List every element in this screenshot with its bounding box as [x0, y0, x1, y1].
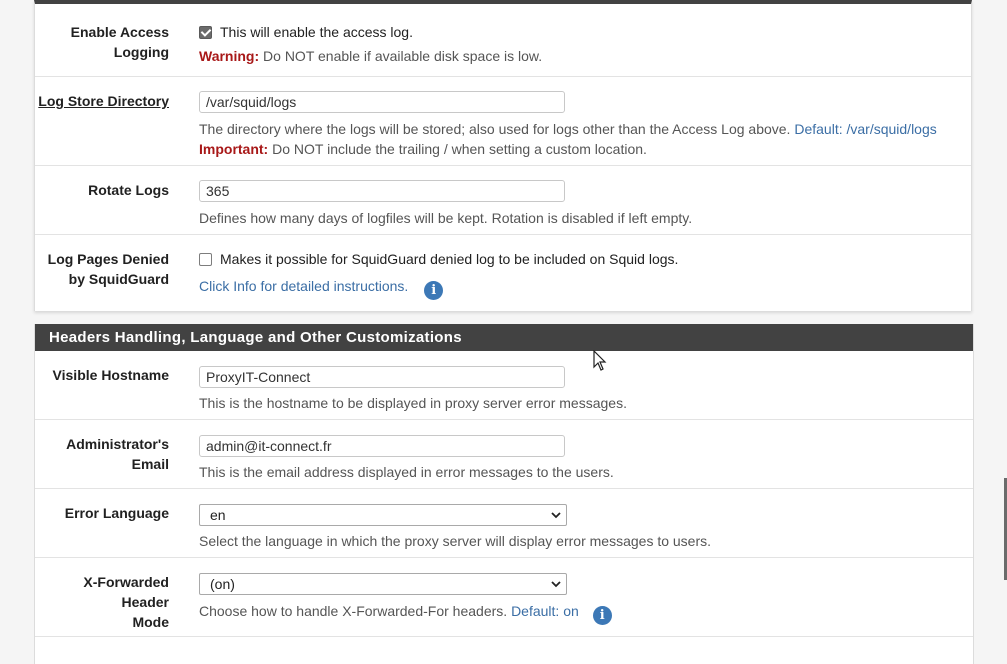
x-forwarded-select[interactable]: (on) — [199, 573, 567, 595]
error-language-label: Error Language — [64, 505, 169, 521]
admin-email-input[interactable]: admin@it-connect.fr — [199, 435, 565, 457]
row-error-language: Error Language en Select the language in… — [35, 489, 973, 558]
section-heading: Headers Handling, Language and Other Cus… — [35, 324, 973, 351]
rotate-logs-help: Defines how many days of logfiles will b… — [199, 210, 693, 226]
admin-email-label: Administrator's Email — [66, 436, 169, 472]
log-store-directory-help: The directory where the logs will be sto… — [199, 121, 937, 137]
rotate-logs-label: Rotate Logs — [88, 182, 169, 198]
info-icon[interactable]: i — [592, 606, 612, 625]
rotate-logs-input[interactable]: 365 — [199, 180, 565, 202]
info-instructions-link[interactable]: Click Info for detailed instructions. — [199, 278, 408, 294]
chevron-down-icon — [551, 581, 561, 588]
error-language-select[interactable]: en — [199, 504, 567, 526]
row-enable-access-logging: Enable Access Logging This will enable t… — [35, 4, 971, 77]
visible-hostname-label: Visible Hostname — [52, 367, 169, 383]
row-rotate-logs: Rotate Logs 365 Defines how many days of… — [35, 166, 971, 235]
visible-hostname-help: This is the hostname to be displayed in … — [199, 395, 627, 411]
visible-hostname-input[interactable]: ProxyIT-Connect — [199, 366, 565, 388]
log-pages-denied-label: Log Pages Denied by SquidGuard — [47, 251, 169, 287]
access-log-warning: Warning: Do NOT enable if available disk… — [199, 48, 543, 64]
row-log-pages-denied: Log Pages Denied by SquidGuard Makes it … — [35, 235, 971, 311]
row-log-store-directory: Log Store Directory /var/squid/logs The … — [35, 77, 971, 166]
x-forwarded-label: X-Forwarded Header Mode — [83, 574, 169, 630]
row-x-forwarded-mode: X-Forwarded Header Mode (on) Choose how … — [35, 558, 973, 637]
logging-settings-panel: Enable Access Logging This will enable t… — [34, 0, 972, 311]
log-store-directory-label: Log Store Directory — [38, 93, 169, 109]
x-forwarded-help: Choose how to handle X-Forwarded-For hea… — [199, 601, 963, 625]
enable-access-logging-label: Enable Access Logging — [70, 24, 169, 60]
row-admin-email: Administrator's Email admin@it-connect.f… — [35, 420, 973, 489]
info-icon[interactable]: i — [424, 281, 444, 300]
log-store-directory-important: Important: Do NOT include the trailing /… — [199, 141, 647, 157]
log-pages-denied-text: Makes it possible for SquidGuard denied … — [220, 251, 679, 267]
log-store-directory-input[interactable]: /var/squid/logs — [199, 91, 565, 113]
log-pages-denied-checkbox[interactable] — [199, 253, 212, 266]
chevron-down-icon — [551, 512, 561, 519]
enable-access-logging-text: This will enable the access log. — [220, 24, 413, 40]
admin-email-help: This is the email address displayed in e… — [199, 464, 614, 480]
mouse-pointer-icon — [593, 350, 607, 371]
enable-access-logging-checkbox[interactable] — [199, 26, 212, 39]
error-language-help: Select the language in which the proxy s… — [199, 533, 712, 549]
headers-settings-panel: Headers Handling, Language and Other Cus… — [34, 324, 974, 664]
row-visible-hostname: Visible Hostname ProxyIT-Connect This is… — [35, 351, 973, 420]
